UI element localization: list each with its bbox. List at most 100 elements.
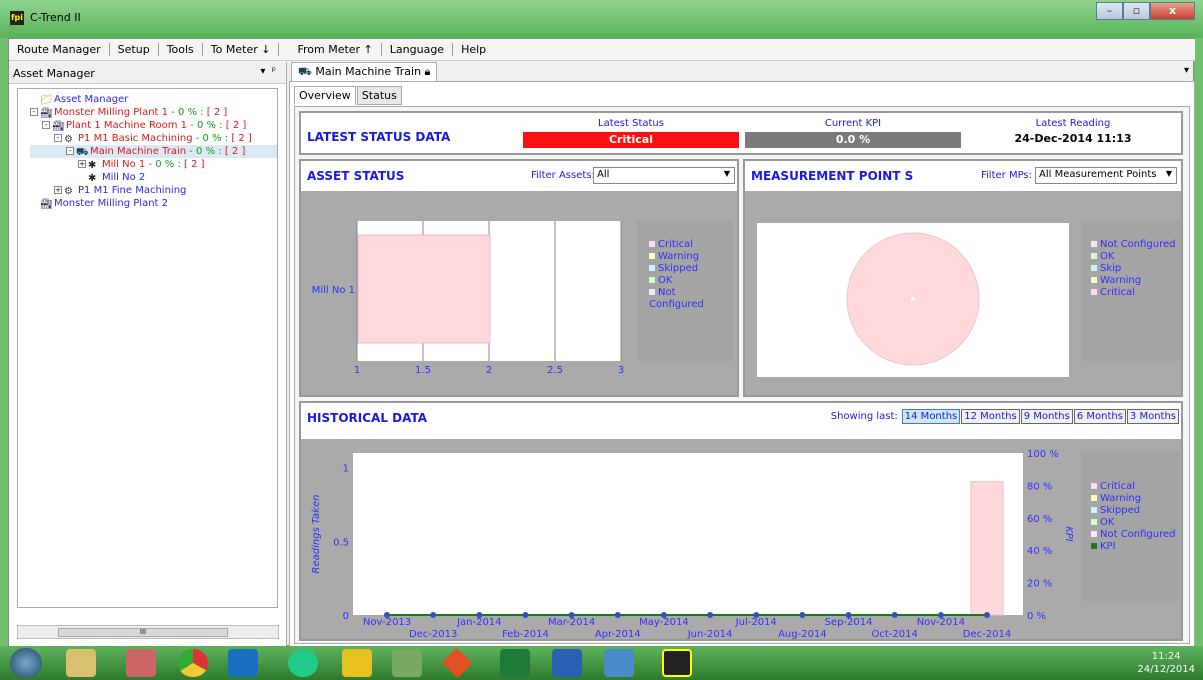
- train-icon: ⛟: [76, 147, 89, 158]
- tree-node[interactable]: 📁︎Asset Manager: [30, 93, 277, 106]
- range-3-months-button[interactable]: 3 Months: [1126, 409, 1179, 424]
- latest-status-value: Critical: [523, 132, 739, 148]
- legend-label: OK: [658, 275, 673, 286]
- app-yellow-icon[interactable]: [342, 649, 372, 677]
- menu-tools[interactable]: Tools: [159, 43, 203, 56]
- range-12-months-button[interactable]: 12 Months: [961, 409, 1020, 424]
- paint-app-icon[interactable]: [126, 649, 156, 677]
- tree-node[interactable]: - 🏭︎Plant 1 Machine Room 1 - 0 % : [ 2 ]: [30, 119, 277, 132]
- tab-overview[interactable]: Overview: [294, 86, 356, 105]
- legend-label: Not Configured: [1100, 529, 1176, 540]
- filter-mps-dropdown[interactable]: All Measurement Points ▼: [1035, 167, 1177, 184]
- legend-swatch: [1091, 531, 1097, 537]
- legend-label: KPI: [1100, 541, 1116, 552]
- tree-node-label: Mill No 2: [102, 172, 146, 183]
- menu-to-meter[interactable]: To Meter ↓: [203, 43, 280, 56]
- collapse-icon[interactable]: -: [30, 108, 38, 116]
- tab-status[interactable]: Status: [356, 86, 402, 105]
- range-14-months-button[interactable]: 14 Months: [901, 409, 961, 424]
- menu-route-manager[interactable]: Route Manager: [9, 43, 110, 56]
- tree-node[interactable]: - ⚙︎ P1 M1 Basic Machining - 0 % : [ 2 ]: [30, 132, 277, 145]
- ctrend-taskbar-icon[interactable]: [662, 649, 692, 677]
- collapse-icon[interactable]: -: [42, 121, 50, 129]
- filter-assets-dropdown[interactable]: All ▼: [593, 167, 735, 184]
- git-icon[interactable]: [441, 647, 473, 679]
- chrome-icon[interactable]: [178, 649, 208, 677]
- x-tick-label: Aug-2014: [778, 629, 827, 639]
- overview-pane: Overview Status LATEST STATUS DATA Lates…: [289, 81, 1195, 647]
- range-9-months-button[interactable]: 9 Months: [1020, 409, 1073, 424]
- tree-node-count: [ 2 ]: [231, 133, 252, 144]
- showing-last-label: Showing last:: [830, 411, 898, 422]
- legend-swatch: [649, 277, 655, 283]
- horizontal-scrollbar[interactable]: III: [17, 625, 279, 639]
- menu-from-meter[interactable]: From Meter ↑: [289, 43, 382, 56]
- y-axis-label: Readings Taken: [311, 495, 322, 574]
- scrollbar-thumb[interactable]: III: [58, 628, 228, 637]
- maximize-button[interactable]: ▫: [1123, 2, 1150, 20]
- x-tick-label: Dec-2013: [409, 629, 457, 639]
- legend-item: Skip: [1091, 263, 1181, 275]
- file-explorer-icon[interactable]: [66, 649, 96, 677]
- legend-swatch: [649, 241, 655, 247]
- tree-node-percent: - 0 % :: [145, 159, 185, 170]
- tree-node-label: P1 M1 Fine Machining: [78, 185, 187, 196]
- x-tick-label: 2.5: [547, 365, 563, 376]
- measurement-points-legend: Not Configured OK Skip Warning Critical: [1081, 221, 1181, 361]
- tab-overflow-icon[interactable]: ▾: [1184, 65, 1189, 76]
- fan-icon: ✱: [88, 173, 97, 184]
- legend-label: Critical: [658, 239, 693, 250]
- app-green-circle-icon[interactable]: [288, 649, 318, 677]
- minimize-button[interactable]: –: [1096, 2, 1123, 20]
- legend-swatch: [1091, 543, 1097, 549]
- collapse-icon[interactable]: -: [54, 134, 62, 142]
- menu-setup[interactable]: Setup: [110, 43, 159, 56]
- clock-time[interactable]: 11:24: [1137, 650, 1195, 663]
- legend-label: Skipped: [1100, 505, 1141, 516]
- legend-label: Critical: [1100, 481, 1135, 492]
- plant-icon: 🏭︎: [40, 199, 53, 210]
- y-tick-label: 1: [343, 464, 349, 475]
- legend-swatch: [1091, 495, 1097, 501]
- x-tick-label: Dec-2014: [963, 629, 1011, 639]
- tree-node-count: [ 2 ]: [224, 146, 246, 157]
- tree-node[interactable]: ✱ Mill No 2: [30, 171, 277, 184]
- expand-icon[interactable]: +: [54, 186, 62, 194]
- title-bar[interactable]: fpi C-Trend II – ▫ x: [0, 0, 1203, 38]
- tree-node[interactable]: + ⚙︎ P1 M1 Fine Machining: [30, 184, 277, 197]
- filter-mps-label: Filter MPs:: [981, 170, 1033, 181]
- range-6-months-button[interactable]: 6 Months: [1073, 409, 1126, 424]
- excel-icon[interactable]: [500, 649, 530, 677]
- bar-critical: [970, 481, 1004, 616]
- pin-icon[interactable]: ▾ ᵖ: [260, 66, 276, 77]
- menu-bar: Route Manager Setup Tools To Meter ↓ Fro…: [9, 39, 1195, 61]
- tree-node[interactable]: - ⛟Main Machine Train - 0 % : [ 2 ]: [30, 145, 277, 158]
- x-tick-label: Jun-2014: [687, 629, 733, 639]
- close-button[interactable]: x: [1150, 2, 1195, 20]
- system-tray: 11:24 24/12/2014: [1137, 650, 1195, 676]
- app-tree-icon[interactable]: [392, 649, 422, 677]
- legend-item: Critical: [1091, 481, 1179, 493]
- word-icon[interactable]: [552, 649, 582, 677]
- outlook-icon[interactable]: [228, 649, 258, 677]
- filter-assets-label: Filter Assets:: [531, 170, 595, 181]
- expand-icon[interactable]: +: [78, 160, 86, 168]
- x-tick-label: 2: [486, 365, 492, 376]
- remote-desktop-icon[interactable]: [604, 649, 634, 677]
- start-button-icon[interactable]: [10, 648, 42, 678]
- legend-item: OK: [1091, 251, 1181, 263]
- tab-main-machine-train[interactable]: ⛟ Main Machine Train 🔒︎: [291, 62, 438, 81]
- historical-legend: Critical Warning Skipped OK Not Configured KP…: [1081, 451, 1179, 601]
- collapse-icon[interactable]: -: [66, 147, 74, 155]
- menu-language[interactable]: Language: [382, 43, 454, 56]
- legend-swatch: [649, 265, 655, 271]
- menu-help[interactable]: Help: [453, 43, 494, 56]
- clock-date[interactable]: 24/12/2014: [1137, 663, 1195, 676]
- legend-swatch: [1091, 241, 1097, 247]
- tree-node[interactable]: + ✱ Mill No 1 - 0 % : [ 2 ]: [30, 158, 277, 171]
- kpi-point: [891, 612, 898, 618]
- kpi-point: [430, 612, 437, 618]
- legend-item: Warning: [1091, 275, 1181, 287]
- tree-node[interactable]: 🏭︎Monster Milling Plant 2: [30, 197, 277, 210]
- tree-node[interactable]: - 🏭︎Monster Milling Plant 1 - 0 % : [ 2 ]: [30, 106, 277, 119]
